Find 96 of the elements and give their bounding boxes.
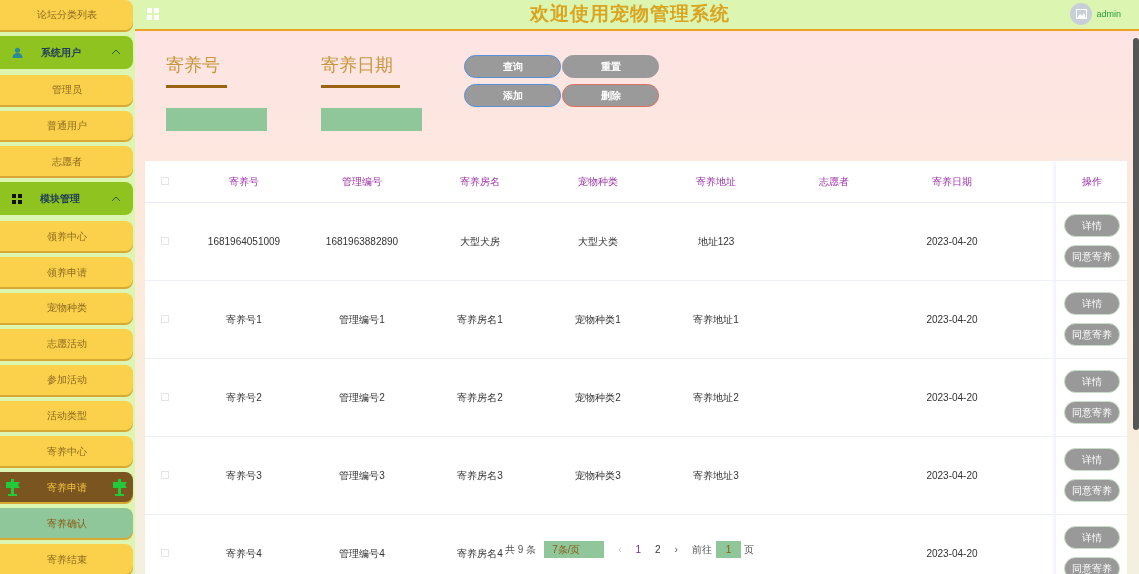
table-cell-text: 大型犬类: [578, 234, 618, 249]
menu-item[interactable]: 领养中心: [0, 221, 133, 252]
table-cell-text: 宠物种类1: [575, 312, 621, 327]
table-cell-text: 寄养号4: [226, 546, 262, 561]
menu-item[interactable]: 宠物种类: [0, 292, 133, 323]
page-suffix: 页: [743, 542, 754, 557]
column-header: 宠物种类: [578, 174, 618, 189]
avatar-icon[interactable]: [1070, 3, 1093, 26]
menu-item[interactable]: 寄养中心: [0, 436, 133, 467]
menu-item[interactable]: 寄养确认: [0, 508, 133, 539]
menu-item[interactable]: 参加活动: [0, 364, 133, 395]
menu-item[interactable]: 寄养结束: [0, 544, 133, 574]
table-cell-text: 2023-04-20: [926, 546, 978, 561]
table-cell-text: 管理编号2: [339, 390, 385, 405]
scrollbar[interactable]: [1133, 38, 1139, 430]
table-cell-text: 宠物种类3: [575, 468, 621, 483]
table-cell-text: 2023-04-20: [926, 390, 978, 405]
row-checkbox[interactable]: [161, 315, 169, 323]
column-header: 志愿者: [819, 174, 849, 189]
column-header: 寄养号: [229, 174, 259, 189]
reset-button[interactable]: 重置: [562, 54, 659, 78]
signpost-icon: [5, 477, 21, 498]
table-cell-text: 2023-04-20: [926, 468, 978, 483]
page-size-select[interactable]: 7条/页: [544, 540, 605, 558]
action-button[interactable]: 详情: [1063, 370, 1120, 393]
action-button[interactable]: 详情: [1063, 292, 1120, 315]
username[interactable]: admin: [1096, 7, 1121, 21]
next-page[interactable]: ›: [674, 541, 678, 557]
chevron-icon: [111, 49, 121, 56]
menu-item[interactable]: 寄养申请: [0, 472, 133, 503]
action-button[interactable]: 详情: [1063, 526, 1120, 549]
table-cell-text: 2023-04-20: [926, 312, 978, 327]
action-button[interactable]: 同意寄养: [1063, 245, 1120, 268]
table-cell-text: 地址123: [697, 234, 735, 249]
menu-item[interactable]: 志愿者: [0, 146, 133, 177]
table-cell-text: 1681964051009: [207, 234, 281, 249]
column-header: 管理编号: [342, 174, 382, 189]
table-cell-text: 寄养号2: [226, 390, 262, 405]
prev-page[interactable]: ‹: [618, 541, 622, 557]
grid-icon: [12, 193, 22, 204]
column-header: 寄养房名: [460, 174, 500, 189]
action-button[interactable]: 详情: [1063, 214, 1120, 237]
menu-item[interactable]: 志愿活动: [0, 328, 133, 359]
action-button[interactable]: 同意寄养: [1063, 323, 1120, 346]
goto-label: 前往: [691, 542, 712, 557]
row-checkbox[interactable]: [161, 549, 169, 557]
page-number[interactable]: 1: [635, 541, 642, 557]
query-button[interactable]: 查询: [464, 54, 561, 78]
table-cell-text: 寄养房名3: [457, 468, 503, 483]
search-field[interactable]: [166, 107, 267, 131]
table-cell-text: 寄养地址1: [693, 312, 739, 327]
column-header: 寄养日期: [932, 174, 972, 189]
table-cell-text: 管理编号1: [339, 312, 385, 327]
menu-icon[interactable]: [147, 8, 159, 21]
table-cell-text: 2023-04-20: [926, 234, 978, 249]
action-button[interactable]: 同意寄养: [1063, 401, 1120, 424]
table-cell-text: 寄养房名2: [457, 390, 503, 405]
table-cell-text: 寄养地址3: [693, 468, 739, 483]
menu-item[interactable]: 论坛分类列表: [0, 0, 133, 30]
table-cell-text: 1681963882890: [325, 234, 399, 249]
search-label: 寄养日期: [321, 53, 393, 77]
menu-group[interactable]: 模块管理: [0, 182, 133, 216]
add-button[interactable]: 添加: [464, 83, 561, 107]
checkbox[interactable]: [161, 177, 169, 185]
chevron-icon: [111, 195, 121, 202]
table-cell-text: 管理编号3: [339, 468, 385, 483]
table-cell-text: 寄养房名1: [457, 312, 503, 327]
table-cell-text: 宠物种类2: [575, 390, 621, 405]
table-cell-text: 大型犬房: [460, 234, 500, 249]
table-cell-text: 管理编号4: [339, 546, 385, 561]
table-cell-text: 寄养号3: [226, 468, 262, 483]
user-icon: [12, 46, 23, 58]
menu-item[interactable]: 管理员: [0, 74, 133, 105]
action-button[interactable]: 同意寄养: [1063, 557, 1120, 574]
column-header: 操作: [1081, 174, 1102, 189]
page-number[interactable]: 2: [655, 541, 661, 557]
row-checkbox[interactable]: [161, 393, 169, 401]
row-checkbox[interactable]: [161, 237, 169, 245]
table-cell-text: 寄养地址2: [693, 390, 739, 405]
total-count: 共 9 条: [505, 542, 537, 557]
page-input[interactable]: 1: [715, 540, 741, 558]
signpost-icon: [112, 477, 128, 498]
column-header: 寄养地址: [696, 174, 736, 189]
search-label: 寄养号: [166, 53, 220, 77]
action-button[interactable]: 同意寄养: [1063, 479, 1120, 502]
delete-button[interactable]: 删除: [562, 83, 659, 107]
site-title: 欢迎使用宠物管理系统: [528, 2, 731, 26]
menu-item[interactable]: 普通用户: [0, 110, 133, 141]
table-cell-text: 寄养号1: [226, 312, 262, 327]
row-checkbox[interactable]: [161, 471, 169, 479]
search-field[interactable]: [321, 107, 422, 131]
menu-group[interactable]: 系统用户: [0, 35, 133, 69]
action-button[interactable]: 详情: [1063, 448, 1120, 471]
menu-item[interactable]: 活动类型: [0, 400, 133, 431]
table-cell-text: 寄养房名4: [457, 546, 503, 561]
menu-item[interactable]: 领养申请: [0, 257, 133, 287]
